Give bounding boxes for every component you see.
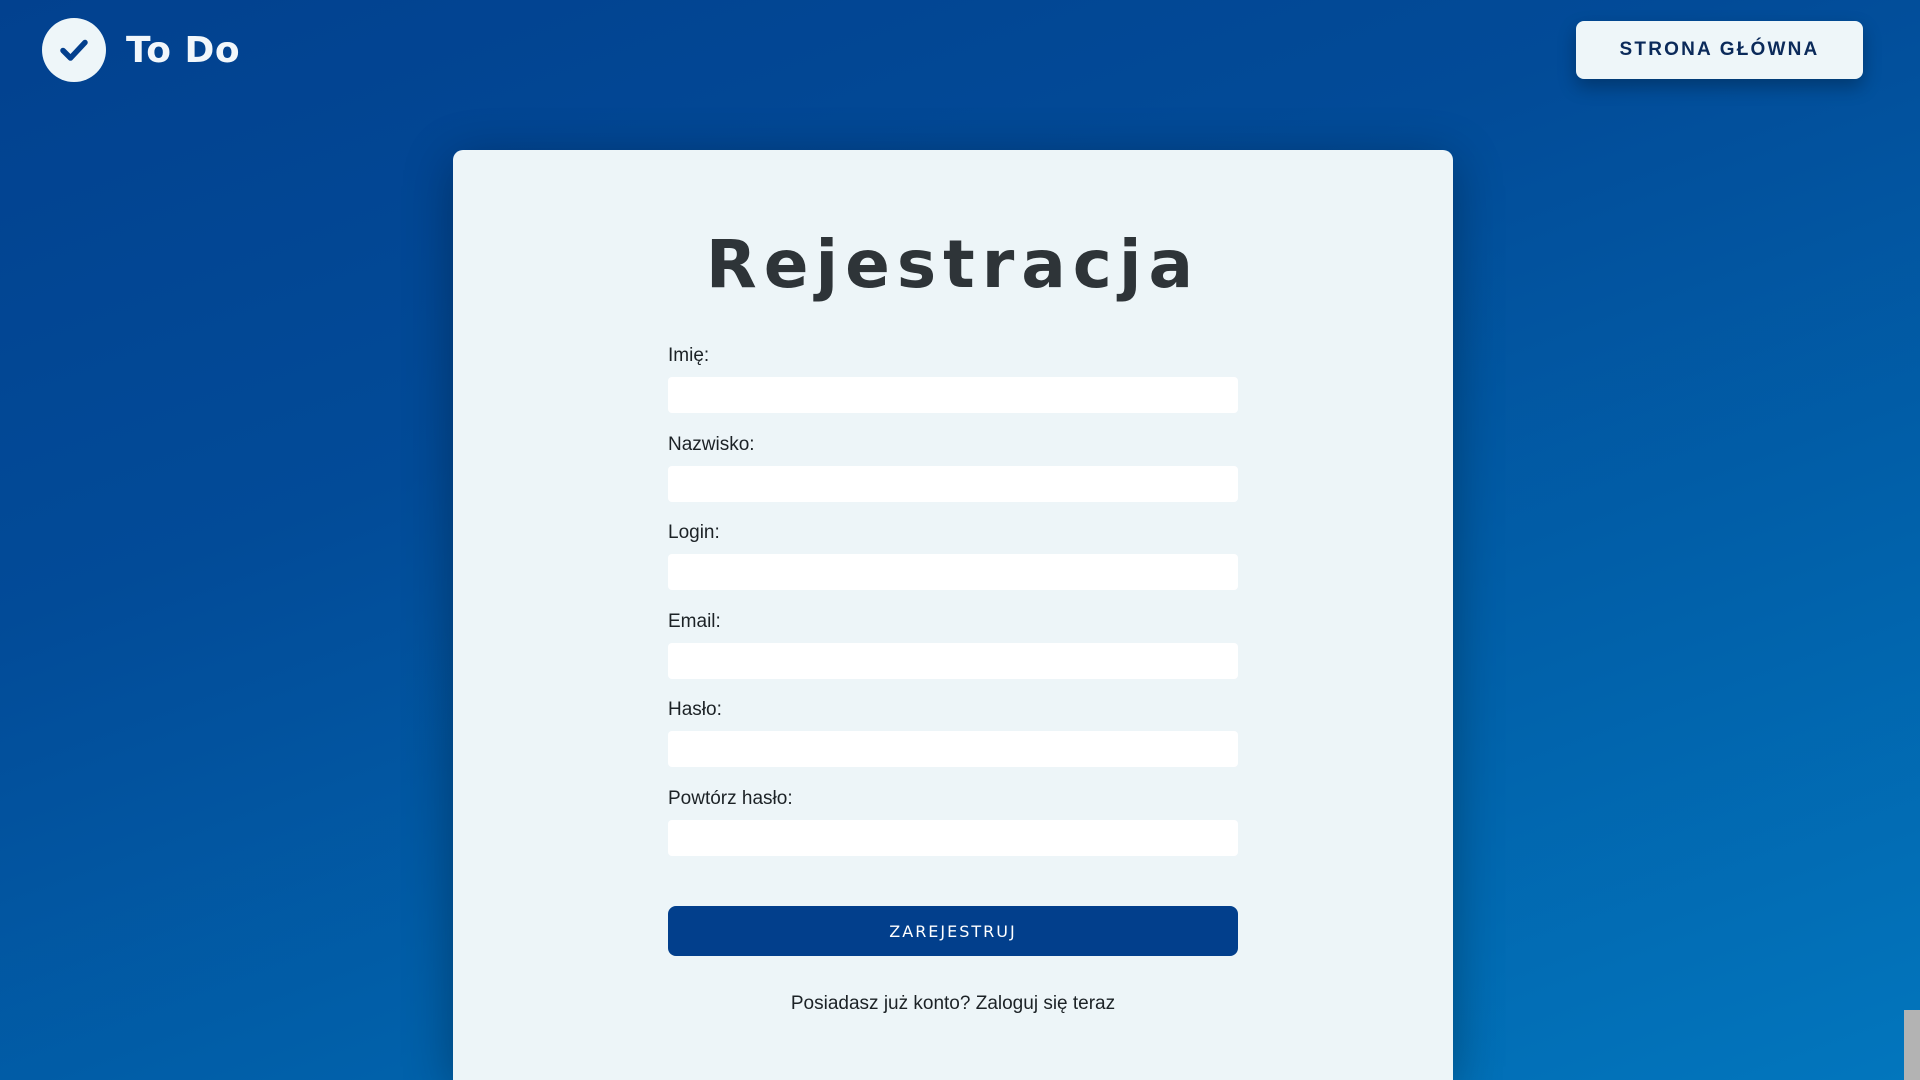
scrollbar-thumb[interactable] xyxy=(1904,1010,1920,1080)
first-name-input[interactable] xyxy=(668,377,1238,413)
login-prompt-text: Posiadasz już konto? xyxy=(790,993,971,1014)
registration-form: Imię: Nazwisko: Login: Email: Hasło: Pow… xyxy=(668,344,1238,875)
home-page-button[interactable]: STRONA GŁÓWNA xyxy=(1576,21,1863,79)
registration-card: Rejestracja Imię: Nazwisko: Login: Email… xyxy=(453,150,1453,1080)
login-input[interactable] xyxy=(668,554,1238,590)
last-name-field-group: Nazwisko: xyxy=(668,433,1238,522)
app-logo[interactable]: To Do xyxy=(42,18,240,82)
first-name-field-group: Imię: xyxy=(668,344,1238,433)
page-title: Rejestracja xyxy=(705,226,1201,303)
email-field-group: Email: xyxy=(668,610,1238,699)
password-input[interactable] xyxy=(668,731,1238,767)
last-name-input[interactable] xyxy=(668,465,1238,502)
login-field-group: Login: xyxy=(668,521,1238,610)
app-name: To Do xyxy=(126,29,241,71)
repeat-password-label: Powtórz hasło: xyxy=(668,787,793,809)
register-button[interactable]: ZAREJESTRUJ xyxy=(668,906,1238,956)
first-name-label: Imię: xyxy=(668,345,710,366)
repeat-password-input[interactable] xyxy=(668,819,1238,856)
login-prompt-line: Posiadasz już konto? Zaloguj się teraz xyxy=(453,993,1453,1015)
page-scrollbar[interactable] xyxy=(1904,0,1920,1080)
email-label: Email: xyxy=(668,610,721,632)
login-now-link[interactable]: Zaloguj się teraz xyxy=(976,993,1115,1014)
last-name-label: Nazwisko: xyxy=(668,433,755,455)
password-label: Hasło: xyxy=(668,699,722,720)
check-icon xyxy=(42,18,106,82)
repeat-password-field-group: Powtórz hasło: xyxy=(668,787,1238,876)
login-label: Login: xyxy=(668,522,720,543)
password-field-group: Hasło: xyxy=(668,698,1238,787)
email-input[interactable] xyxy=(668,642,1238,679)
